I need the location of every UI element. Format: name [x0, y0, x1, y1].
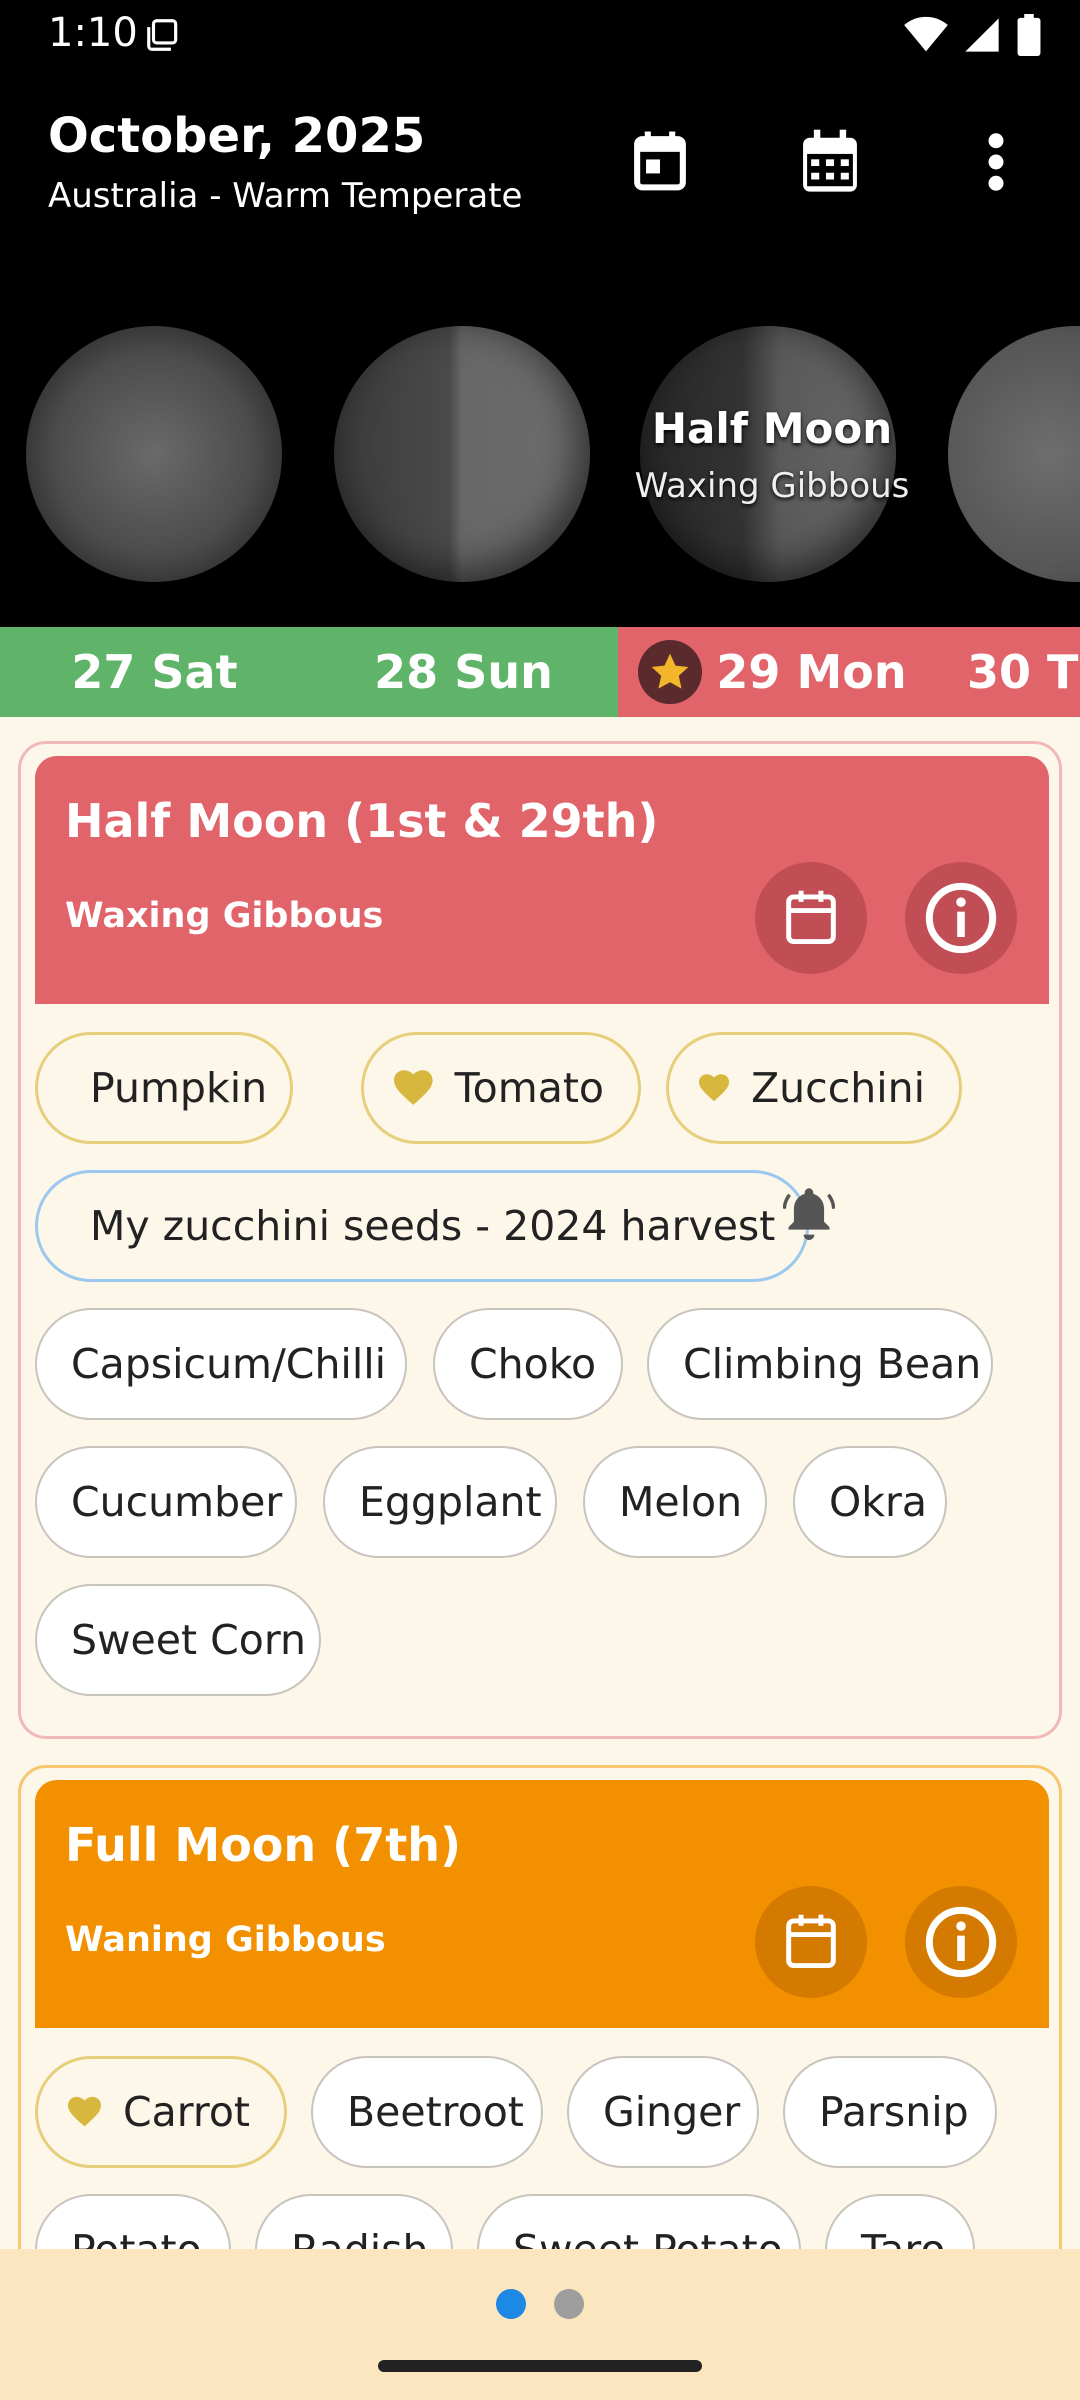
region-label[interactable]: Australia - Warm Temperate	[48, 176, 522, 216]
today-button[interactable]	[618, 120, 702, 204]
status-time: 1:10	[48, 10, 138, 56]
favorite-plant-chip[interactable]: Zucchini	[666, 1032, 962, 1144]
status-icons	[904, 14, 1042, 56]
moon-image-day-28[interactable]	[334, 326, 590, 582]
day-tab-27[interactable]: 27 Sat	[0, 627, 309, 717]
card-subtitle: Waxing Gibbous	[65, 896, 384, 936]
wifi-icon	[904, 16, 948, 52]
plant-name: Tomato	[454, 1064, 604, 1112]
moon-phase-card: Half Moon (1st & 29th) Waxing Gibbous Pu…	[18, 741, 1062, 1739]
calendar-button[interactable]	[755, 1886, 867, 1998]
plant-name: Pumpkin	[90, 1064, 268, 1112]
calendar-button[interactable]	[755, 862, 867, 974]
star-icon	[638, 640, 703, 704]
info-icon	[925, 882, 997, 954]
more-options-button[interactable]	[954, 120, 1038, 204]
favorite-plant-chip[interactable]: Tomato	[361, 1032, 641, 1144]
plant-chip[interactable]: Okra	[793, 1446, 947, 1558]
plant-chip[interactable]: Potato	[35, 2194, 231, 2249]
plant-chip[interactable]: Climbing Bean	[647, 1308, 993, 1420]
custom-seed-chip[interactable]: My zucchini seeds - 2024 harvest	[35, 1170, 809, 1282]
moon-phase-card: Full Moon (7th) Waning Gibbous Carrot Be…	[18, 1765, 1062, 2249]
plant-chip[interactable]: Parsnip	[783, 2056, 997, 2168]
heart-icon	[394, 1070, 433, 1105]
card-header: Half Moon (1st & 29th) Waxing Gibbous	[35, 756, 1049, 1004]
day-selector[interactable]: 27 Sat 28 Sun 29 Mon 30 T	[0, 627, 1080, 717]
plant-chip[interactable]: Melon	[583, 1446, 767, 1558]
page-dot[interactable]	[554, 2289, 584, 2319]
more-vertical-icon	[988, 133, 1004, 191]
page-title: October, 2025	[48, 108, 426, 164]
status-bar: 1:10	[0, 0, 1080, 70]
plant-chip[interactable]: Cucumber	[35, 1446, 297, 1558]
month-calendar-button[interactable]	[788, 120, 872, 204]
card-title: Half Moon (1st & 29th)	[65, 794, 659, 848]
calendar-icon	[786, 1914, 836, 1969]
card-header: Full Moon (7th) Waning Gibbous	[35, 1780, 1049, 2028]
heart-icon	[699, 1074, 730, 1102]
plant-chip[interactable]: Sweet Potato	[477, 2194, 801, 2249]
day-tab-label: 29 Mon	[716, 645, 907, 699]
page-dot-active[interactable]	[496, 2289, 526, 2319]
battery-icon	[1017, 14, 1041, 56]
day-tab-28[interactable]: 28 Sun	[309, 627, 618, 717]
plant-chip[interactable]: Ginger	[567, 2056, 759, 2168]
card-title: Full Moon (7th)	[65, 1818, 461, 1872]
moon-phase-title: Half Moon	[651, 404, 893, 453]
favorite-plant-chip[interactable]: Pumpkin	[35, 1032, 293, 1144]
moon-phase-carousel[interactable]: Half Moon Waxing Gibbous	[0, 300, 1080, 620]
home-indicator[interactable]	[378, 2360, 702, 2372]
info-button[interactable]	[905, 1886, 1017, 1998]
moon-phase-subtitle: Waxing Gibbous	[634, 466, 910, 506]
plant-chip[interactable]: Beetroot	[311, 2056, 543, 2168]
info-icon	[925, 1906, 997, 1978]
planting-list[interactable]: Half Moon (1st & 29th) Waxing Gibbous Pu…	[0, 717, 1080, 2249]
plant-chip[interactable]: Taro	[825, 2194, 975, 2249]
day-tab-30[interactable]: 30 T	[927, 627, 1080, 717]
day-tab-29[interactable]: 29 Mon	[618, 627, 927, 717]
moon-image-day-30[interactable]	[948, 326, 1080, 582]
app-header: October, 2025 Australia - Warm Temperate	[0, 80, 1080, 250]
plant-name: Carrot	[122, 2088, 250, 2136]
plant-chip[interactable]: Choko	[433, 1308, 623, 1420]
moon-image-day-29[interactable]	[640, 326, 896, 582]
calendar-day-icon	[634, 131, 686, 191]
custom-seed-label: My zucchini seeds - 2024 harvest	[90, 1202, 776, 1250]
moon-image-day-27[interactable]	[26, 326, 282, 582]
plant-chip[interactable]: Sweet Corn	[35, 1584, 321, 1696]
plant-chip[interactable]: Capsicum/Chilli	[35, 1308, 407, 1420]
bell-icon	[783, 1188, 835, 1240]
plant-chip[interactable]: Eggplant	[323, 1446, 557, 1558]
info-button[interactable]	[905, 862, 1017, 974]
screen-record-icon	[147, 19, 178, 51]
plant-name: Zucchini	[751, 1064, 925, 1112]
calendar-icon	[786, 890, 836, 945]
heart-icon	[68, 2096, 101, 2127]
favorite-plant-chip[interactable]: Carrot	[35, 2056, 287, 2168]
signal-icon	[965, 18, 999, 52]
page-indicator-bar	[0, 2249, 1080, 2400]
card-subtitle: Waning Gibbous	[65, 1920, 386, 1960]
calendar-month-icon	[803, 129, 857, 192]
plant-chip[interactable]: Radish	[255, 2194, 453, 2249]
